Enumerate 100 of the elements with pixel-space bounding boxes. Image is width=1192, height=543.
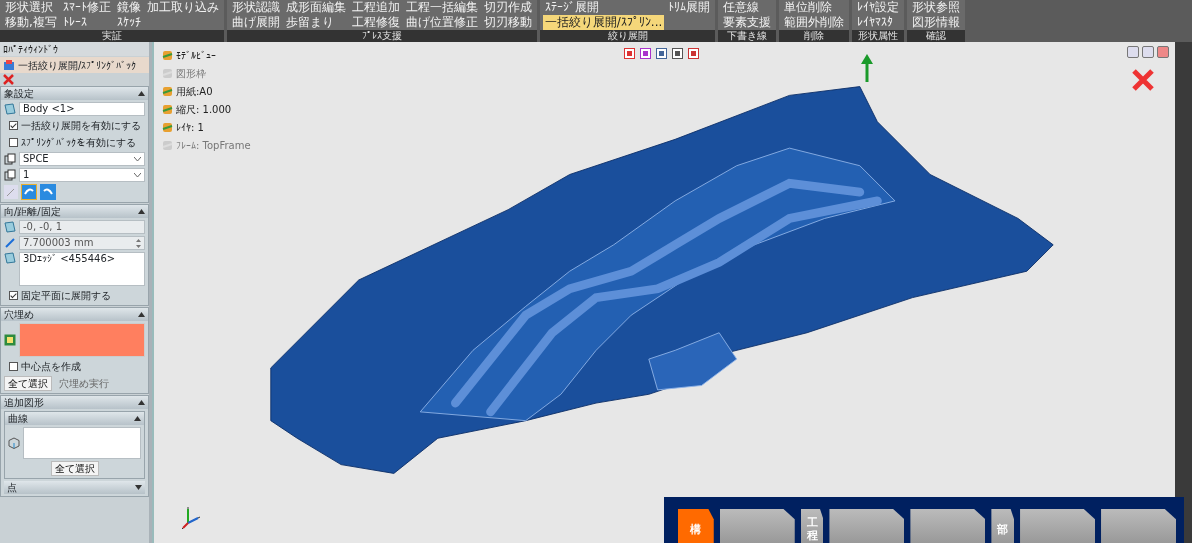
close-button[interactable]: [1157, 46, 1169, 58]
restore-button[interactable]: [1142, 46, 1154, 58]
ribbon-button[interactable]: 工程修復: [349, 15, 402, 30]
checkbox[interactable]: [9, 362, 18, 371]
ribbon-button[interactable]: 形状参照: [910, 0, 963, 15]
layer-icon: [162, 68, 173, 79]
checkbox-label: 固定平面に展開する: [21, 289, 111, 303]
checkbox[interactable]: [9, 121, 18, 130]
view-info-label: 図形枠: [176, 67, 206, 81]
shape-icon: [4, 103, 16, 115]
ribbon-button[interactable]: 図形情報: [910, 15, 963, 30]
ribbon-button[interactable]: ｽﾃｰｼﾞ展開: [542, 0, 665, 15]
collapse-icon: [138, 312, 145, 317]
collapse-icon: [138, 209, 145, 214]
section-title: 象設定: [4, 87, 34, 101]
ribbon-group-label: 絞り展開: [539, 30, 716, 42]
panel-title: ﾛﾊﾟﾃｨｳｨﾝﾄﾞｳ: [3, 42, 58, 57]
view-info-label: 縮尺: 1.000: [176, 103, 232, 117]
view-toolbar-icon: [672, 48, 683, 59]
checkbox-label: ｽﾌﾟﾘﾝｸﾞﾊﾞｯｸを有効にする: [21, 136, 136, 150]
rotate-icon: [40, 184, 56, 200]
checkbox-label: 一括絞り展開を有効にする: [21, 119, 141, 133]
checkbox[interactable]: [9, 138, 18, 147]
spin-arrows-icon: [136, 238, 141, 248]
ribbon-button[interactable]: 加工取り込み: [144, 0, 221, 15]
section-title: 点: [7, 481, 17, 495]
fill-icon: [4, 334, 16, 346]
layers-icon: [4, 169, 16, 181]
ribbon-button[interactable]: 要素支援: [721, 15, 774, 30]
ribbon-group-label: 確認: [907, 30, 966, 42]
spin-field[interactable]: 7.700003 mm: [19, 236, 145, 250]
view-info-label: 用紙:A0: [176, 85, 213, 99]
layers-icon: [4, 153, 16, 165]
ribbon-button[interactable]: ｽﾏｰﾄ修正: [60, 0, 113, 15]
ribbon-button[interactable]: 鏡像: [114, 0, 143, 15]
view-info-label: ﾌﾚｰﾑ: TopFrame: [176, 139, 251, 153]
close-icon: [1131, 68, 1155, 92]
tab[interactable]: [1020, 509, 1096, 543]
command-title: 一括絞り展開/ｽﾌﾟﾘﾝｸﾞﾊﾞｯｸ: [18, 58, 137, 73]
ribbon-button[interactable]: 単位削除: [782, 0, 847, 15]
ribbon-button[interactable]: 曲げ位置修正: [403, 15, 480, 30]
tab[interactable]: [910, 509, 986, 543]
tab[interactable]: [829, 509, 905, 543]
ribbon-group-label: 削除: [779, 30, 850, 42]
action-button[interactable]: 全て選択: [50, 461, 99, 476]
layer-icon: [162, 50, 173, 61]
dropdown-value: SPCE: [23, 153, 49, 165]
ribbon-button[interactable]: 歩留まり: [283, 15, 348, 30]
chevron-down-icon: [134, 156, 141, 162]
ribbon-button[interactable]: 任意線: [721, 0, 774, 15]
view-info-label: ﾚｲﾔ: 1: [176, 121, 204, 135]
close-icon: [3, 74, 14, 85]
section-title: 曲線: [8, 412, 28, 426]
tool-icon: [3, 59, 15, 71]
ribbon-group-label: ﾌﾟﾚｽ支援: [226, 30, 537, 42]
ribbon-button[interactable]: 一括絞り展開/ｽﾌﾟﾘﾝ...: [542, 15, 665, 30]
ribbon-button[interactable]: 工程一括編集: [403, 0, 480, 15]
ribbon-group-label: 下書き線: [718, 30, 777, 42]
ribbon-button[interactable]: ﾄﾘﾑ展開: [666, 0, 713, 15]
ribbon-button[interactable]: 範囲外削除: [782, 15, 847, 30]
ribbon-button[interactable]: ｽｹｯﾁ: [114, 15, 143, 30]
view-toolbar-icon: [640, 48, 651, 59]
collapse-icon: [134, 416, 141, 421]
spin-value: 7.700003 mm: [23, 237, 94, 249]
expand-icon: [135, 485, 142, 490]
ribbon-button[interactable]: 切刃移動: [481, 15, 534, 30]
ribbon-button[interactable]: ﾚｲﾔﾏｽﾀ: [855, 15, 902, 30]
action-button[interactable]: 全て選択: [4, 376, 52, 391]
ruler-icon: [4, 237, 16, 249]
ribbon-button[interactable]: 形状選択: [3, 0, 59, 15]
ribbon-button[interactable]: 切刃作成: [481, 0, 534, 15]
input-field[interactable]: Body <1>: [19, 102, 145, 116]
ribbon-group-label: 実証: [0, 30, 224, 42]
view-toolbar-icon: [688, 48, 699, 59]
layer-icon: [162, 140, 173, 151]
tab[interactable]: [719, 509, 795, 543]
layer-icon: [162, 122, 173, 133]
ribbon-button[interactable]: 曲げ展開: [229, 15, 282, 30]
section-title: 穴埋め: [4, 308, 34, 322]
dropdown-value: 1: [23, 169, 30, 181]
ribbon-button[interactable]: 形状認識: [229, 0, 282, 15]
minimize-button[interactable]: [1127, 46, 1139, 58]
layer-icon: [162, 86, 173, 97]
ribbon-button[interactable]: 成形面編集: [283, 0, 348, 15]
tab[interactable]: [1101, 509, 1176, 543]
ribbon-button[interactable]: 工程追加: [349, 0, 402, 15]
dropdown[interactable]: 1: [19, 168, 145, 182]
face-icon: [4, 252, 16, 264]
text-area[interactable]: 3Dｴｯｼﾞ <455446>: [19, 252, 145, 286]
dropdown[interactable]: SPCE: [19, 152, 145, 166]
ribbon-button[interactable]: ﾄﾚｰｽ: [60, 15, 113, 30]
chevron-down-icon: [134, 172, 141, 178]
checkbox-label: 中心点を作成: [21, 360, 81, 374]
ribbon-button[interactable]: 移動,複写: [3, 15, 59, 30]
ribbon-group-label: 形状属性: [852, 30, 905, 42]
collapse-icon: [138, 400, 145, 405]
ribbon-button[interactable]: ﾚｲﾔ設定: [855, 0, 902, 15]
tab[interactable]: 構: [678, 509, 714, 543]
checkbox[interactable]: [9, 291, 18, 300]
view-toolbar-icon: [656, 48, 667, 59]
